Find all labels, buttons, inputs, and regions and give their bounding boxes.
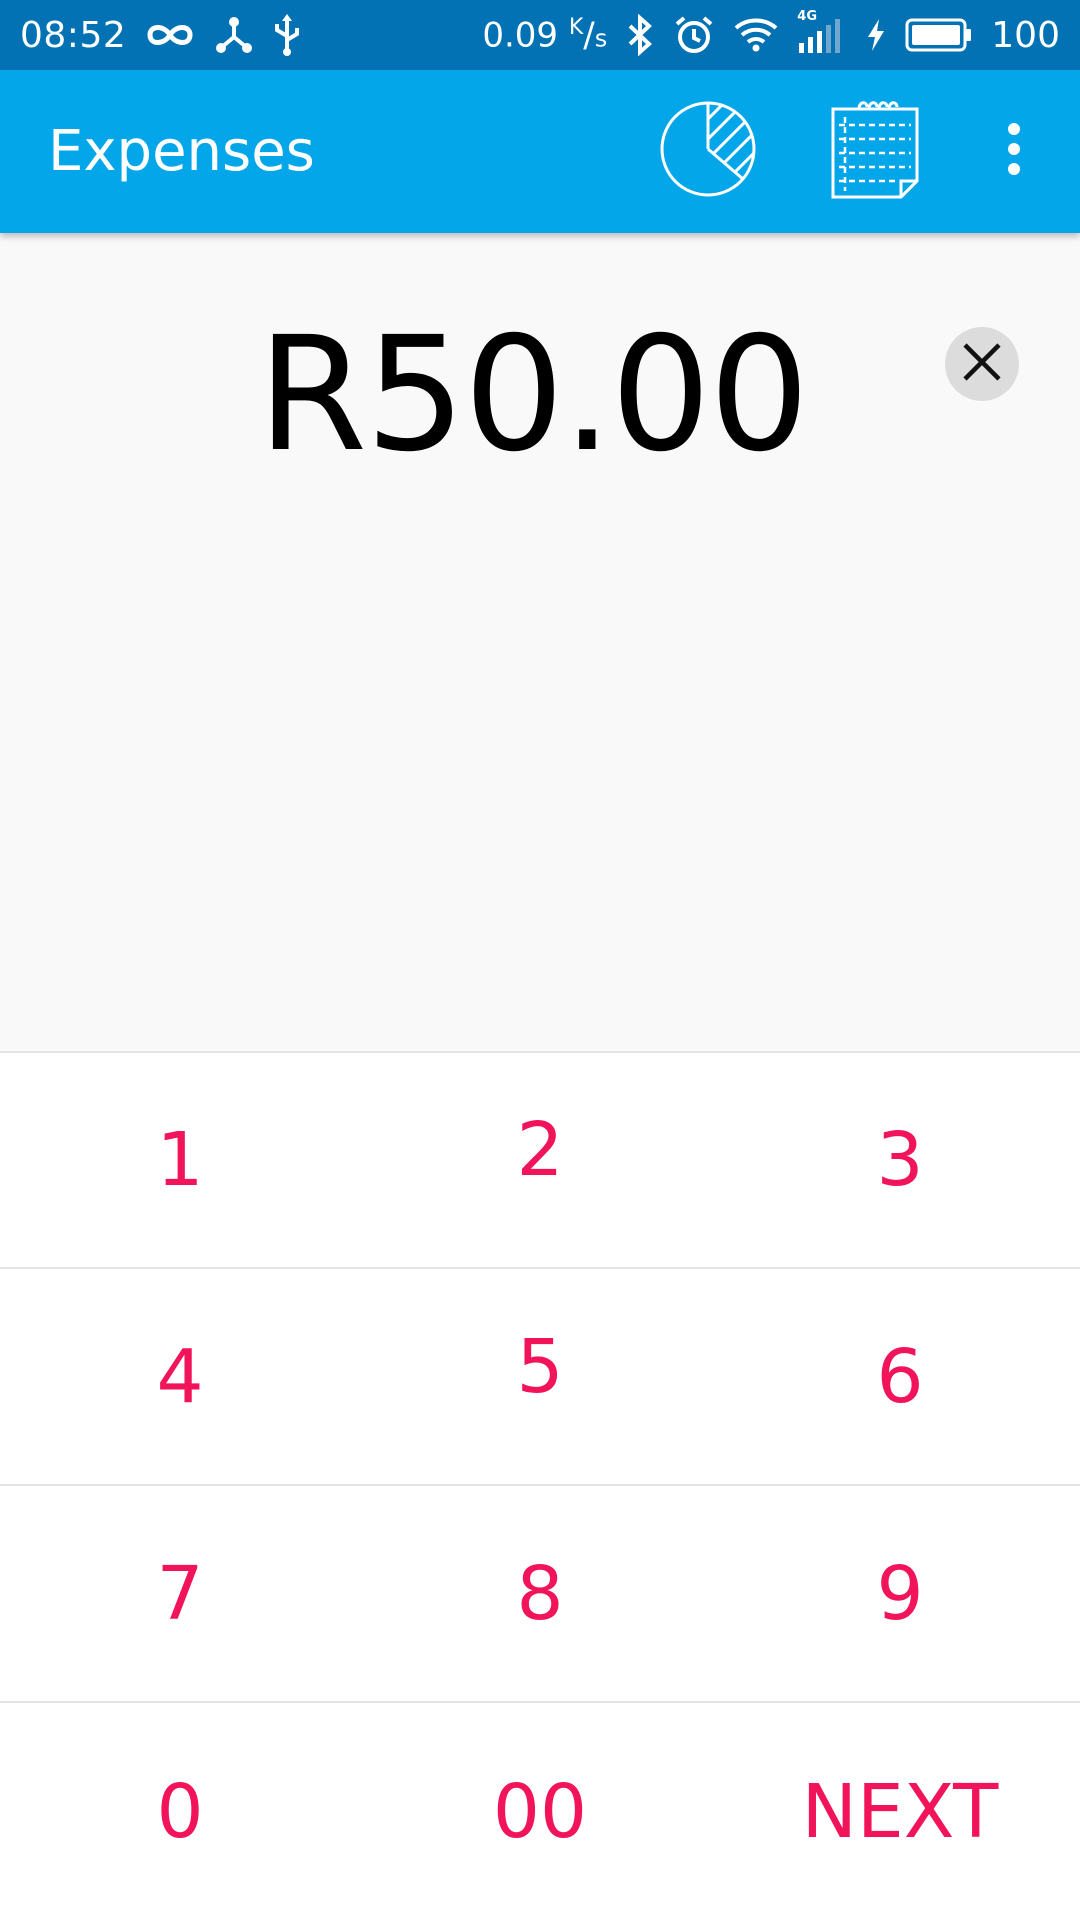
usb-icon	[272, 14, 302, 56]
battery-icon	[905, 17, 973, 53]
app-bar: Expenses	[0, 70, 1080, 233]
status-time: 08:52	[20, 14, 127, 56]
notepad-button[interactable]	[820, 70, 930, 233]
infinity-icon	[144, 20, 196, 50]
key-0[interactable]: 0	[0, 1704, 360, 1920]
status-left: 08:52	[20, 14, 302, 56]
key-9[interactable]: 9	[720, 1487, 1080, 1701]
wifi-icon	[733, 16, 779, 54]
amount-value: R50.00	[257, 303, 809, 487]
network-speed-unit-top: K	[568, 14, 584, 40]
page-title: Expenses	[48, 119, 315, 184]
keypad-row-4: 0 00 NEXT	[0, 1704, 1080, 1920]
keypad-row-2: 4 5 6	[0, 1270, 1080, 1486]
next-button[interactable]: NEXT	[720, 1704, 1080, 1920]
more-vert-icon	[1004, 121, 1024, 182]
notepad-icon	[829, 99, 921, 204]
more-options-button[interactable]	[984, 70, 1044, 233]
key-5[interactable]: 5	[360, 1270, 720, 1484]
battery-level: 100	[991, 14, 1060, 56]
pie-chart-icon	[658, 99, 758, 204]
keypad-row-1: 1 2 3	[0, 1053, 1080, 1269]
keypad-row-3: 7 8 9	[0, 1487, 1080, 1703]
share-hub-icon	[214, 15, 254, 55]
status-bar: 08:52 0.09 K/s 4G 100	[0, 0, 1080, 70]
clear-amount-button[interactable]	[945, 327, 1019, 401]
charging-icon	[865, 17, 887, 53]
keypad: 1 2 3 4 5 6 7 8 9 0 00 NEXT	[0, 1051, 1080, 1920]
status-right: 0.09 K/s 4G 100	[482, 9, 1060, 56]
network-speed-unit-bottom: s	[594, 24, 608, 53]
alarm-icon	[673, 14, 715, 56]
key-2[interactable]: 2	[360, 1053, 720, 1267]
amount-display: R50.00	[0, 233, 1080, 1051]
key-1[interactable]: 1	[0, 1053, 360, 1267]
key-3[interactable]: 3	[720, 1053, 1080, 1267]
pie-chart-button[interactable]	[650, 70, 765, 233]
signal-icon: 4G	[797, 9, 847, 55]
key-6[interactable]: 6	[720, 1270, 1080, 1484]
bluetooth-icon	[625, 14, 655, 56]
key-4[interactable]: 4	[0, 1270, 360, 1484]
network-type: 4G	[797, 9, 817, 24]
network-speed: 0.09 K/s	[482, 14, 608, 56]
key-00[interactable]: 00	[360, 1704, 720, 1920]
close-icon	[960, 340, 1004, 389]
key-7[interactable]: 7	[0, 1487, 360, 1701]
key-8[interactable]: 8	[360, 1487, 720, 1701]
network-speed-value: 0.09	[482, 15, 559, 56]
